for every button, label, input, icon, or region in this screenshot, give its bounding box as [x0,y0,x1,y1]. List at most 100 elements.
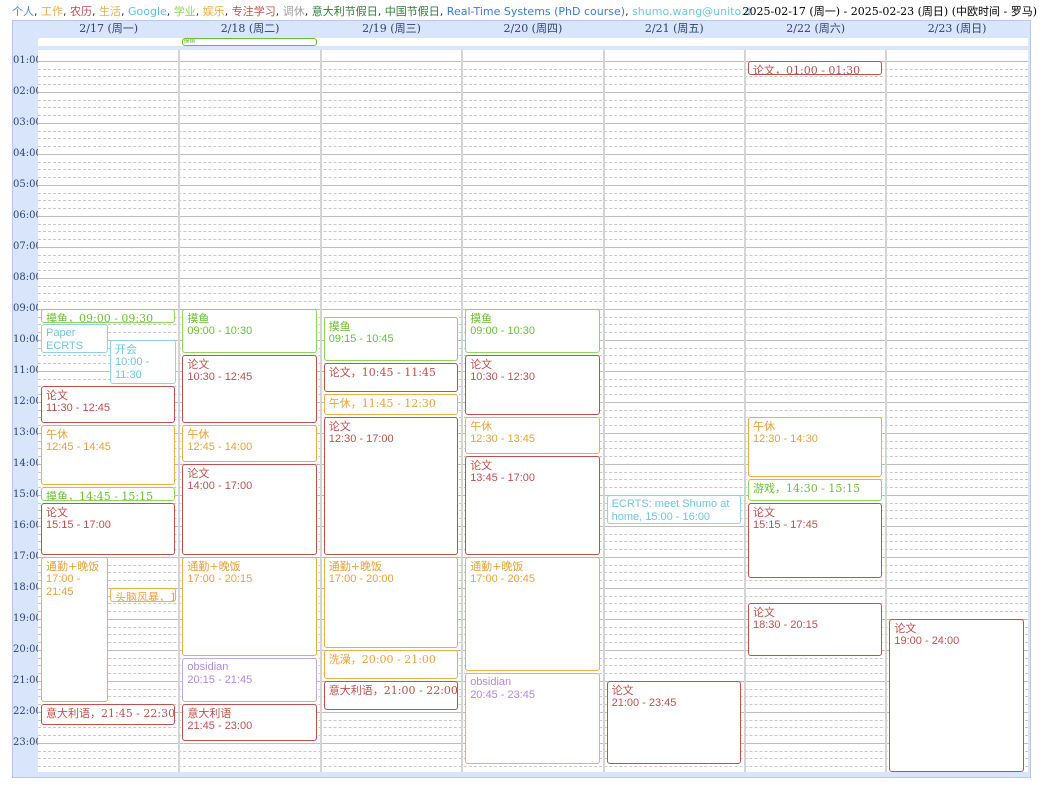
calendar-name[interactable]: shumo.wang@unito.it [632,5,752,18]
calendar-separator: , [166,5,174,18]
calendar-event[interactable]: obsidian 20:45 - 23:45 [465,673,600,765]
calendar-event[interactable]: 摸鱼 09:15 - 10:45 [323,316,459,362]
event-title: 摸鱼，09:00 - 09:30 [46,311,154,323]
all-day-event[interactable]: 摸鱼 [182,38,317,46]
calendar-event[interactable]: 论文 18:30 - 20:15 [748,603,883,656]
event-title: 论文 [753,606,775,620]
event-time: 17:00 - 20:15 [187,572,253,585]
calendar-event[interactable]: 论文 10:30 - 12:30 [465,355,600,416]
calendar-event[interactable]: 论文 10:30 - 12:45 [182,355,317,424]
calendar-event[interactable]: Paper ECRTS [41,324,108,354]
event-time: 09:00 - 10:30 [187,324,253,337]
day-column-separator [885,50,888,772]
calendar-name[interactable]: 娱乐 [203,5,225,18]
event-title: 头脑风暴，18: [115,590,176,602]
calendar-event[interactable]: 论文 14:00 - 17:00 [182,463,317,555]
hour-label: 18:00 [13,581,42,593]
calendar-event[interactable]: 午休 12:30 - 13:45 [465,417,600,455]
calendar-name[interactable]: 个人 [12,5,34,18]
calendar-event[interactable]: 意大利语，21:00 - 22:00 [323,680,459,710]
calendar-event[interactable]: 午休 12:45 - 14:45 [41,425,176,486]
grid-line [38,122,1028,124]
event-title: 摸鱼 [187,311,210,325]
event-title: 通勤+晚饭 [470,559,524,573]
hour-label: 03:00 [13,116,42,128]
calendar-event[interactable]: 论文 15:15 - 17:45 [748,502,883,579]
calendar-event[interactable]: 摸鱼 09:00 - 10:30 [182,308,317,354]
event-title: 洗澡，20:00 - 21:00 [328,652,436,666]
calendar-event[interactable]: 论文，10:45 - 11:45 [323,363,459,393]
calendar-name[interactable]: 农历 [70,5,92,18]
day-column-separator [744,50,746,772]
calendar-event[interactable]: 意大利语 21:45 - 23:00 [182,704,317,741]
calendar-event[interactable]: 通勤+晚饭 17:00 - 20:45 [465,556,600,672]
date-range: 2025-02-17 (周一) - 2025-02-23 (周日) (中欧时间 … [742,5,1037,18]
day-header[interactable]: 2/22 (周六) [745,21,886,37]
calendar-name[interactable]: 学业 [174,5,196,18]
calendar-event[interactable]: 午休，11:45 - 12:30 [323,394,459,416]
calendar-separator: , [377,5,385,18]
calendar-event[interactable]: 摸鱼 09:00 - 10:30 [465,308,600,354]
calendar-name[interactable]: 工作 [41,5,63,18]
calendar-event[interactable]: 意大利语，21:45 - 22:30 [41,704,176,726]
event-title: 论文 [187,358,210,372]
calendar-separator: , [439,5,447,18]
grid-line [38,215,1028,217]
calendar-event[interactable]: 论文 19:00 - 24:00 [889,618,1024,772]
calendar-event[interactable]: 论文 15:15 - 17:00 [41,502,176,555]
calendar-event[interactable]: obsidian 20:15 - 21:45 [182,657,317,703]
event-title: 论文 [46,505,68,519]
event-title: 通勤+晚饭 [187,559,241,573]
calendar-separator: , [304,5,312,18]
calendar-event[interactable]: 洗澡，20:00 - 21:00 [323,649,459,679]
day-header[interactable]: 2/23 (周日) [886,21,1027,37]
event-title: 摸鱼，14:45 - 15:15 [46,490,154,502]
calendar-name[interactable]: 专注学习 [232,5,276,18]
calendar-event[interactable]: 开会 10:00 - 11:30 [110,339,176,385]
event-title: 游戏，14:30 - 15:15 [753,482,861,496]
calendar-event[interactable]: 摸鱼，09:00 - 09:30 [41,308,176,323]
grid-line [38,246,1028,248]
event-time: 13:45 - 17:00 [470,472,536,485]
day-header[interactable]: 2/20 (周四) [462,21,603,37]
day-header[interactable]: 2/17 (周一) [38,21,179,37]
hour-label: 14:00 [13,457,42,469]
day-header[interactable]: 2/19 (周三) [321,21,462,37]
calendar-event[interactable]: 游戏，14:30 - 15:15 [748,479,883,501]
calendar-name[interactable]: 生活 [99,5,121,18]
calendar-event[interactable]: 头脑风暴，18: [110,587,176,602]
calendar-event[interactable]: 论文 13:45 - 17:00 [465,456,600,555]
hour-label: 19:00 [13,612,42,624]
calendar-event[interactable]: 午休 12:45 - 14:00 [182,425,317,462]
calendar-name[interactable]: Real-Time Systems (PhD course) [447,5,625,18]
event-time: 10:30 - 12:45 [187,371,253,384]
day-header[interactable]: 2/18 (周二) [179,21,320,37]
time-grid[interactable]: 摸鱼，09:00 - 09:30 Paper ECRTS 开会 10:00 - 11:… [38,50,1028,772]
calendar-event[interactable]: 论文，01:00 - 01:30 [748,60,883,75]
calendar-event[interactable]: 午休 12:30 - 14:30 [748,417,883,478]
calendar-event[interactable]: 论文 12:30 - 17:00 [323,417,459,555]
calendar-event[interactable]: 通勤+晚饭 17:00 - 20:00 [323,556,459,648]
grid-line [38,239,1028,241]
event-time: 19:00 - 24:00 [894,634,960,647]
calendar-name[interactable]: Google [128,5,167,18]
event-time: 12:30 - 17:00 [328,433,394,446]
calendar-event[interactable]: 摸鱼，14:45 - 15:15 [41,487,176,502]
calendar-name[interactable]: 中国节假日 [385,5,440,18]
calendar-event[interactable]: 通勤+晚饭 17:00 - 21:45 [41,556,108,703]
grid-line [38,184,1028,186]
calendar-event[interactable]: 论文 11:30 - 12:45 [41,386,176,424]
hour-label: 10:00 [13,333,42,345]
calendar-name[interactable]: 意大利节假日 [312,5,378,18]
event-title: 摸鱼 [470,311,493,325]
hour-label: 22:00 [13,705,42,717]
calendar-event[interactable]: 通勤+晚饭 17:00 - 20:15 [182,556,317,656]
day-column-separator [319,50,322,772]
event-title: obsidian [470,676,512,689]
calendar-event[interactable]: 论文 21:00 - 23:45 [606,680,741,765]
hour-label: 04:00 [13,147,42,159]
day-header[interactable]: 2/21 (周五) [604,21,745,37]
calendar-event[interactable]: ECRTS: meet Shumo at home, 15:00 - 16:00 [606,494,741,524]
event-time: 14:00 - 17:00 [187,479,253,492]
calendar-name[interactable]: 调休 [283,5,305,18]
